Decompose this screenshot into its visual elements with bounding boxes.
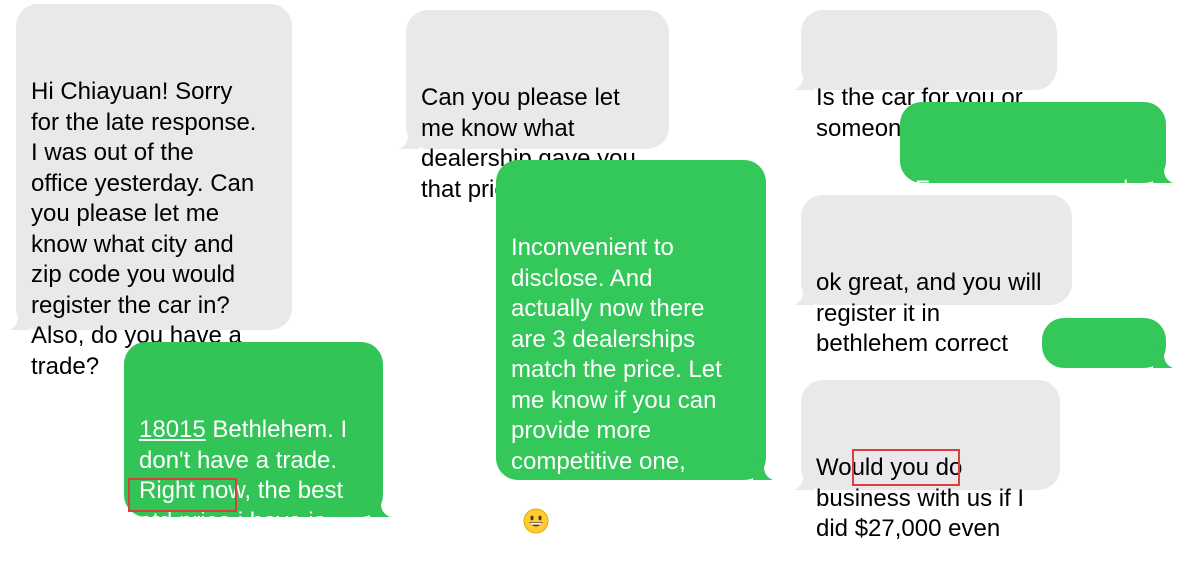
bubble-tail [794,470,814,490]
message-incoming: Would you do business with us if I did $… [794,380,1060,542]
message-outgoing: 18015 Bethlehem. I don't have a trade. R… [124,342,390,565]
bubble-tail [9,310,29,330]
grinning-face-emoji-icon [523,508,549,533]
message-text: Hi Chiayuan! Sorry for the late response… [31,78,257,380]
zip-code-link[interactable]: 18015 [139,416,206,443]
message-incoming: Can you please let me know what dealersh… [399,10,669,203]
bubble-tail [370,497,390,517]
bubble-tail [753,460,773,480]
message-text: Correct [1057,392,1136,419]
message-outgoing: For me,my personal use [900,102,1173,234]
bubble-tail [399,129,419,149]
price-text: $27291 [139,538,220,565]
message-text: Inconvenient to disclose. And actually n… [511,234,732,536]
message-incoming: ok great, and you will register it in be… [794,195,1072,357]
bubble-tail [1153,348,1173,368]
bubble-tail [1153,163,1173,183]
message-outgoing: Inconvenient to disclose. And actually n… [496,160,773,536]
message-outgoing: Correct [1042,318,1173,419]
message-text: even [941,515,1001,542]
price-text: $27,000 [854,515,942,542]
message-incoming: Hi Chiayuan! Sorry for the late response… [9,4,292,380]
bubble-tail [794,70,814,90]
message-text: ok great, and you will register it in be… [816,269,1042,357]
message-incoming: Is the car for you or someone else? [794,10,1057,142]
bubble-tail [794,285,814,305]
